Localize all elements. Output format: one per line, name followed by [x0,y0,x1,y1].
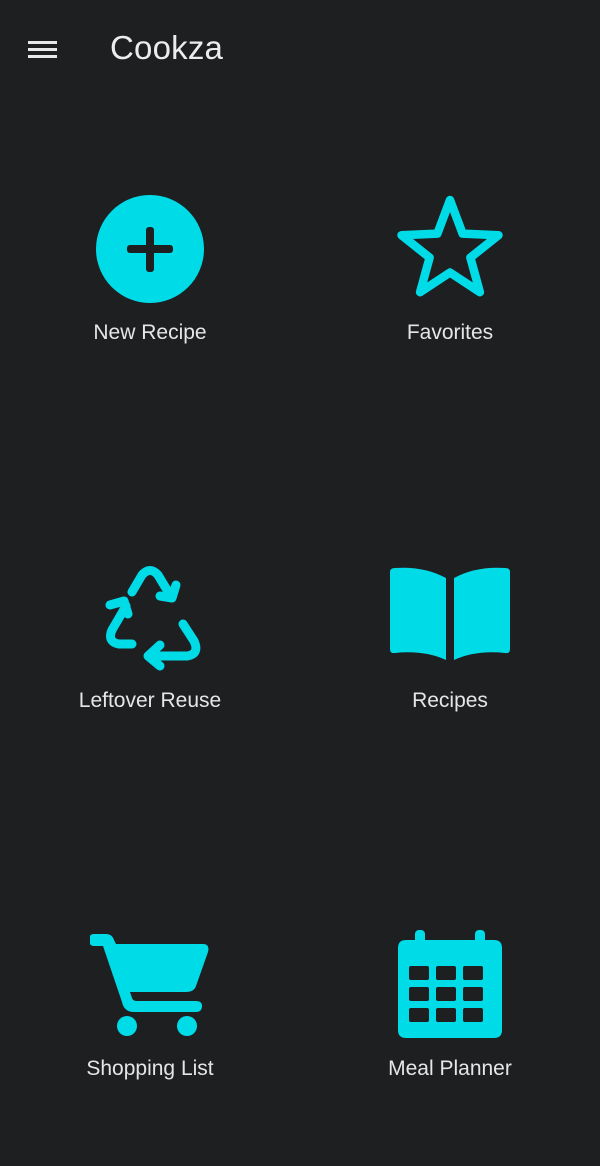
shopping-cart-icon[interactable] [90,926,210,1046]
calendar-icon[interactable] [390,926,510,1046]
tile-label: New Recipe [93,321,207,344]
tile-label: Leftover Reuse [78,689,222,712]
app-title: Cookza [110,29,224,66]
menu-button[interactable] [22,30,62,70]
tile-label: Recipes [412,689,488,712]
tile-label: Shopping List [86,1057,214,1080]
tile-favorites[interactable]: Favorites [300,190,600,430]
star-outline-icon[interactable] [390,190,510,310]
tile-recipes[interactable]: Recipes [300,558,600,798]
app-bar: Cookza [0,0,600,96]
tile-leftover-reuse[interactable]: Leftover Reuse [0,558,300,798]
add-circle-icon[interactable] [90,190,210,310]
hamburger-menu-icon[interactable] [22,30,62,70]
tile-label: Favorites [406,321,494,344]
tile-meal-planner[interactable]: Meal Planner [300,926,600,1166]
tile-shopping-list[interactable]: Shopping List [0,926,300,1166]
tile-label: Meal Planner [388,1057,512,1080]
open-book-icon[interactable] [390,558,510,678]
tile-new-recipe[interactable]: New Recipe [0,190,300,430]
recycle-icon[interactable] [90,558,210,678]
